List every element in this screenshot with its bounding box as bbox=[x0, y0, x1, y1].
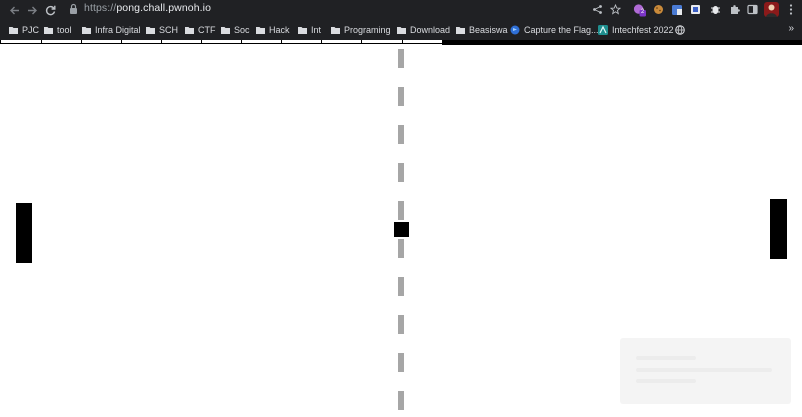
bookmark-label: SCH bbox=[159, 25, 179, 35]
bookmark-pjc[interactable]: PJC bbox=[9, 23, 39, 37]
folder-icon bbox=[331, 26, 340, 34]
net-dash bbox=[398, 391, 404, 410]
bookmark-label: Infra Digital bbox=[95, 25, 141, 35]
intechfest-icon bbox=[598, 25, 608, 35]
share-icon[interactable] bbox=[591, 3, 604, 16]
net-dash bbox=[398, 125, 404, 144]
bookmark-infra-digital[interactable]: Infra Digital bbox=[82, 23, 141, 37]
cookie-extension-icon[interactable] bbox=[652, 3, 665, 16]
arrow-right-icon bbox=[27, 6, 37, 14]
bookmark-label: Download bbox=[410, 25, 451, 35]
bookmark-soc[interactable]: Soc bbox=[221, 23, 250, 37]
address-bar[interactable]: https://pong.chall.pwnoh.io bbox=[84, 2, 211, 14]
url-host: pong.chall.pwnoh.io bbox=[116, 2, 212, 14]
bookmark-sch[interactable]: SCH bbox=[146, 23, 178, 37]
tab-cell bbox=[121, 40, 162, 44]
translate-extension-icon[interactable] bbox=[670, 3, 683, 16]
tab-cell bbox=[241, 40, 282, 44]
bug-extension-icon[interactable] bbox=[709, 3, 722, 16]
tab-cell bbox=[201, 40, 242, 44]
forward-button[interactable] bbox=[24, 1, 40, 19]
bookmark-int[interactable]: Int bbox=[298, 23, 321, 37]
bookmark-programing[interactable]: Programing bbox=[331, 23, 391, 37]
url-scheme: https:// bbox=[84, 2, 117, 14]
extension-badge-icon[interactable]: 2 bbox=[633, 3, 646, 16]
net-dash bbox=[398, 87, 404, 106]
tab-cell bbox=[0, 40, 42, 44]
doc-extension-icon[interactable] bbox=[689, 3, 702, 16]
net-dash bbox=[398, 315, 404, 334]
folder-icon bbox=[9, 26, 18, 34]
bookmark-label: PJC bbox=[22, 25, 40, 35]
bookmark-star-icon[interactable] bbox=[609, 3, 622, 16]
folder-icon bbox=[397, 26, 406, 34]
toast-title-placeholder bbox=[636, 356, 696, 360]
reload-icon bbox=[45, 5, 55, 15]
tab-cell bbox=[41, 40, 82, 44]
net-dash bbox=[398, 201, 404, 220]
arrow-left-icon bbox=[9, 6, 19, 14]
bookmark-label: Soc bbox=[234, 25, 250, 35]
bookmark-label: Capture the Flag... bbox=[524, 25, 599, 35]
lock-icon[interactable] bbox=[69, 3, 78, 15]
bookmarks-overflow-button[interactable]: » bbox=[788, 23, 794, 34]
browser-toolbar: https://pong.chall.pwnoh.io 2 bbox=[0, 0, 802, 20]
side-panel-icon[interactable] bbox=[746, 3, 759, 16]
tab-strip-dark-segment bbox=[442, 40, 802, 45]
net-dash bbox=[398, 239, 404, 258]
back-button[interactable] bbox=[6, 1, 22, 19]
folder-icon bbox=[82, 26, 91, 34]
reload-button[interactable] bbox=[42, 1, 58, 19]
net-dash bbox=[398, 353, 404, 372]
bookmark-beasiswa[interactable]: Beasiswa bbox=[456, 23, 508, 37]
globe-icon bbox=[675, 25, 685, 35]
folder-icon bbox=[456, 26, 465, 34]
tab-cell bbox=[361, 40, 403, 44]
ball bbox=[394, 222, 409, 237]
ctf-site-icon bbox=[510, 25, 520, 35]
bookmark-ctf[interactable]: CTF bbox=[185, 23, 216, 37]
folder-icon bbox=[146, 26, 155, 34]
bookmark-label: tool bbox=[57, 25, 72, 35]
toast-body-placeholder bbox=[636, 379, 696, 383]
toast-body-placeholder bbox=[636, 368, 772, 372]
tab-cell bbox=[402, 40, 443, 44]
menu-kebab-icon[interactable] bbox=[784, 3, 797, 16]
bookmark-download[interactable]: Download bbox=[397, 23, 450, 37]
profile-avatar-icon[interactable] bbox=[764, 2, 779, 17]
folder-icon bbox=[221, 26, 230, 34]
bookmark-hack[interactable]: Hack bbox=[256, 23, 290, 37]
folder-icon bbox=[44, 26, 53, 34]
tab-strip bbox=[0, 40, 802, 46]
right-paddle bbox=[770, 199, 787, 259]
pong-canvas[interactable] bbox=[0, 40, 802, 417]
tab-cell bbox=[81, 40, 122, 44]
puzzle-extensions-icon[interactable] bbox=[728, 3, 741, 16]
extension-badge-count: 2 bbox=[641, 9, 645, 15]
bookmark-label: Hack bbox=[269, 25, 290, 35]
bookmark-capture-the-flag[interactable]: Capture the Flag... bbox=[510, 23, 599, 37]
folder-icon bbox=[256, 26, 265, 34]
tab-cell bbox=[281, 40, 322, 44]
bookmarks-bar: PJC tool Infra Digital SCH CTF Soc Hack … bbox=[0, 20, 802, 40]
net-dash bbox=[398, 277, 404, 296]
net-dash bbox=[398, 163, 404, 182]
bookmark-globe[interactable] bbox=[675, 23, 685, 37]
folder-icon bbox=[298, 26, 307, 34]
left-paddle[interactable] bbox=[16, 203, 32, 263]
notification-toast[interactable] bbox=[620, 338, 791, 404]
folder-icon bbox=[185, 26, 194, 34]
bookmark-label: Beasiswa bbox=[469, 25, 508, 35]
bookmark-tool[interactable]: tool bbox=[44, 23, 72, 37]
bookmark-label: Int bbox=[311, 25, 322, 35]
net-dash bbox=[398, 49, 404, 68]
tab-cell bbox=[161, 40, 202, 44]
bookmark-intechfest[interactable]: Intechfest 2022 bbox=[598, 23, 674, 37]
bookmark-label: Programing bbox=[344, 25, 391, 35]
tab-cell bbox=[321, 40, 362, 44]
bookmark-label: Intechfest 2022 bbox=[612, 25, 674, 35]
bookmark-label: CTF bbox=[198, 25, 216, 35]
